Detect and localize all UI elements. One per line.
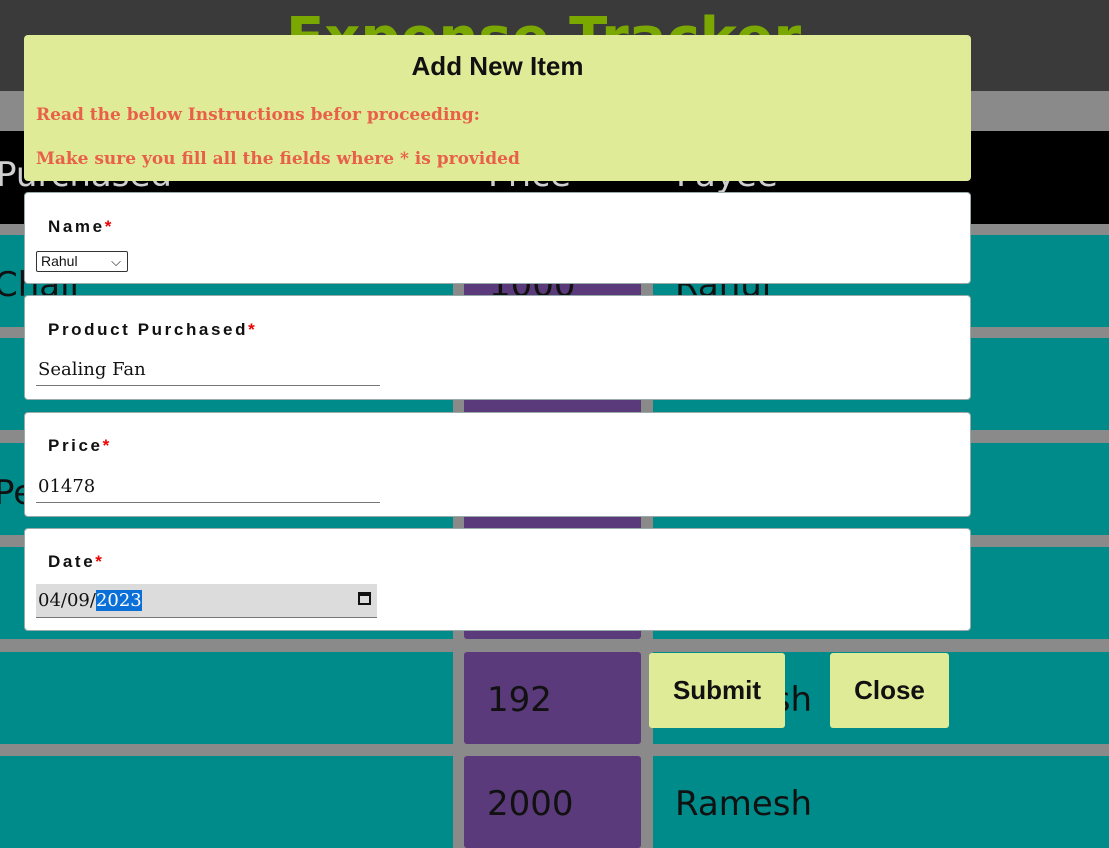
- table-row: 2000 Ramesh: [0, 756, 1109, 848]
- required-asterisk: *: [95, 552, 105, 571]
- name-field-group: Name* Rahul ⌵: [24, 192, 971, 284]
- price-label: Price*: [48, 436, 112, 455]
- price-input[interactable]: 01478: [36, 472, 380, 503]
- row-payee: Ramesh: [675, 784, 813, 824]
- submit-button[interactable]: Submit: [649, 653, 785, 728]
- close-button[interactable]: Close: [830, 653, 949, 728]
- name-label: Name*: [48, 217, 114, 236]
- price-field-group: Price* 01478: [24, 412, 971, 517]
- date-year-selection: 2023: [95, 590, 142, 611]
- product-field-group: Product Purchased* Sealing Fan: [24, 295, 971, 400]
- date-field-group: Date* 04/09/2023: [24, 528, 971, 631]
- instruction-text: Read the below Instructions befor procee…: [36, 105, 480, 125]
- date-label: Date*: [48, 552, 105, 571]
- required-asterisk: *: [248, 320, 258, 339]
- row-price: 192: [487, 680, 552, 720]
- row-price: 2000: [487, 784, 574, 824]
- chevron-down-icon: ⌵: [111, 254, 121, 269]
- calendar-icon[interactable]: [358, 592, 371, 605]
- required-asterisk: *: [104, 217, 114, 236]
- modal-header: Add New Item Read the below Instructions…: [24, 35, 971, 181]
- product-label: Product Purchased*: [48, 320, 258, 339]
- required-asterisk: *: [102, 436, 112, 455]
- name-select[interactable]: Rahul ⌵: [36, 251, 128, 272]
- modal-title: Add New Item: [411, 51, 584, 81]
- required-fields-note: Make sure you fill all the fields where …: [36, 149, 520, 169]
- date-input[interactable]: 04/09/2023: [36, 584, 377, 618]
- product-input[interactable]: Sealing Fan: [36, 355, 380, 386]
